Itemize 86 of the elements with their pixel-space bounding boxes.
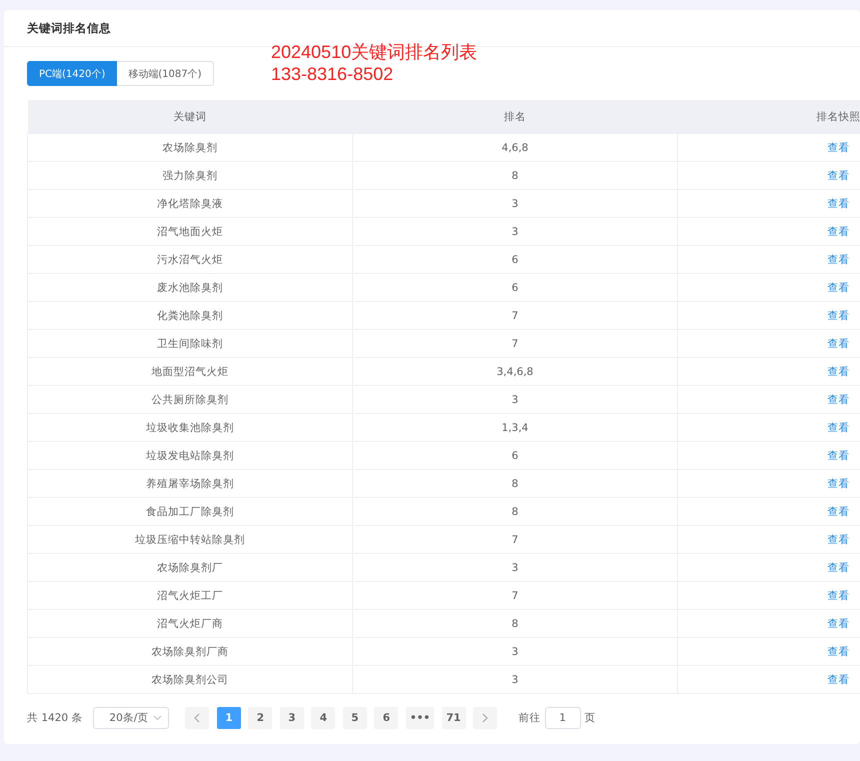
column-header: 关键词 bbox=[173, 110, 206, 122]
table-cell: 农场除臭剂厂商 bbox=[152, 646, 228, 658]
table-cell: 6 bbox=[512, 282, 518, 294]
table-cell: 垃圾发电站除臭剂 bbox=[146, 450, 234, 462]
table-cell: 3 bbox=[512, 394, 518, 406]
view-link[interactable]: 查看 bbox=[828, 562, 850, 574]
view-link[interactable]: 查看 bbox=[828, 338, 850, 350]
goto-label: 前往 bbox=[518, 711, 541, 725]
table-cell: 8 bbox=[512, 506, 518, 518]
tab[interactable]: PC端(1420个) bbox=[27, 61, 118, 86]
view-link[interactable]: 查看 bbox=[828, 282, 850, 294]
previous-page-button[interactable] bbox=[185, 707, 210, 729]
table-cell: 7 bbox=[512, 534, 518, 546]
view-link[interactable]: 查看 bbox=[828, 142, 850, 154]
page-size-select[interactable]: 20条/页 bbox=[93, 707, 170, 729]
view-link[interactable]: 查看 bbox=[828, 618, 850, 630]
table-cell: 7 bbox=[512, 590, 518, 602]
table-cell: 8 bbox=[512, 478, 518, 490]
table-cell: 垃圾收集池除臭剂 bbox=[146, 422, 234, 434]
view-link[interactable]: 查看 bbox=[828, 590, 850, 602]
table-cell: 3 bbox=[512, 226, 518, 238]
view-link[interactable]: 查看 bbox=[828, 674, 850, 686]
table-cell: 污水沼气火炬 bbox=[157, 254, 223, 266]
table-cell: 养殖屠宰场除臭剂 bbox=[146, 478, 234, 490]
column-header: 排名快照 bbox=[816, 110, 860, 122]
page-button[interactable]: 71 bbox=[442, 707, 466, 729]
annotation-text: 20240510关键词排名列表 bbox=[271, 41, 478, 63]
table-cell: 3 bbox=[512, 198, 518, 210]
table-cell: 农场除臭剂 bbox=[162, 142, 218, 154]
chevron-down-icon bbox=[153, 715, 162, 721]
chevron-left-icon bbox=[194, 713, 200, 723]
next-page-button[interactable] bbox=[473, 707, 498, 729]
table-cell: 3,4,6,8 bbox=[496, 366, 534, 378]
total-count: 共 1420 条 bbox=[27, 711, 82, 725]
view-link[interactable]: 查看 bbox=[828, 366, 850, 378]
table-cell: 沼气火炬厂商 bbox=[157, 618, 223, 630]
table-cell: 4,6,8 bbox=[502, 142, 528, 154]
panel-title: 关键词排名信息 bbox=[27, 20, 111, 36]
page-input[interactable]: 1 bbox=[544, 707, 581, 729]
table-cell: 农场除臭剂厂 bbox=[157, 562, 223, 574]
page-button[interactable]: ••• bbox=[406, 707, 434, 729]
page-unit-label: 页 bbox=[584, 711, 596, 725]
table-cell: 垃圾压缩中转站除臭剂 bbox=[135, 534, 245, 546]
table-cell: 3 bbox=[512, 562, 518, 574]
table-cell: 沼气火炬工厂 bbox=[157, 590, 223, 602]
chevron-right-icon bbox=[482, 713, 488, 723]
view-link[interactable]: 查看 bbox=[828, 170, 850, 182]
table-cell: 农场除臭剂公司 bbox=[152, 674, 228, 686]
view-link[interactable]: 查看 bbox=[828, 310, 850, 322]
view-link[interactable]: 查看 bbox=[828, 226, 850, 238]
table-cell: 3 bbox=[512, 646, 518, 658]
annotation-text: 133-8316-8502 bbox=[271, 63, 394, 85]
table-cell: 强力除臭剂 bbox=[162, 170, 218, 182]
view-link[interactable]: 查看 bbox=[828, 506, 850, 518]
page-button[interactable]: 3 bbox=[280, 707, 304, 729]
page-button[interactable]: 4 bbox=[311, 707, 336, 729]
view-link[interactable]: 查看 bbox=[828, 450, 850, 462]
table-cell: 净化塔除臭液 bbox=[157, 198, 223, 210]
tab[interactable]: 移动端(1087个) bbox=[117, 61, 214, 86]
view-link[interactable]: 查看 bbox=[828, 646, 850, 658]
table-cell: 6 bbox=[512, 450, 518, 462]
page-button[interactable]: 1 bbox=[216, 707, 241, 729]
page-button[interactable]: 2 bbox=[248, 707, 272, 729]
column-header: 排名 bbox=[504, 110, 526, 122]
table-cell: 沼气地面火炬 bbox=[157, 226, 223, 238]
page-button[interactable]: 5 bbox=[342, 707, 367, 729]
table-cell: 1,3,4 bbox=[502, 422, 528, 434]
table-cell: 公共厕所除臭剂 bbox=[152, 394, 228, 406]
table-cell: 7 bbox=[512, 310, 518, 322]
view-link[interactable]: 查看 bbox=[828, 198, 850, 210]
view-link[interactable]: 查看 bbox=[828, 534, 850, 546]
table-cell: 7 bbox=[512, 338, 518, 350]
table-cell: 8 bbox=[512, 618, 518, 630]
view-link[interactable]: 查看 bbox=[828, 254, 850, 266]
table-cell: 废水池除臭剂 bbox=[157, 282, 223, 294]
table-cell: 地面型沼气火炬 bbox=[152, 366, 228, 378]
view-link[interactable]: 查看 bbox=[828, 478, 850, 490]
view-link[interactable]: 查看 bbox=[828, 394, 850, 406]
table-cell: 卫生间除味剂 bbox=[157, 338, 223, 350]
table-cell: 3 bbox=[512, 674, 518, 686]
table-cell: 食品加工厂除臭剂 bbox=[146, 506, 234, 518]
table-cell: 6 bbox=[512, 254, 518, 266]
table-cell: 化粪池除臭剂 bbox=[157, 310, 223, 322]
view-link[interactable]: 查看 bbox=[828, 422, 850, 434]
table-cell: 8 bbox=[512, 170, 518, 182]
page-button[interactable]: 6 bbox=[374, 707, 398, 729]
